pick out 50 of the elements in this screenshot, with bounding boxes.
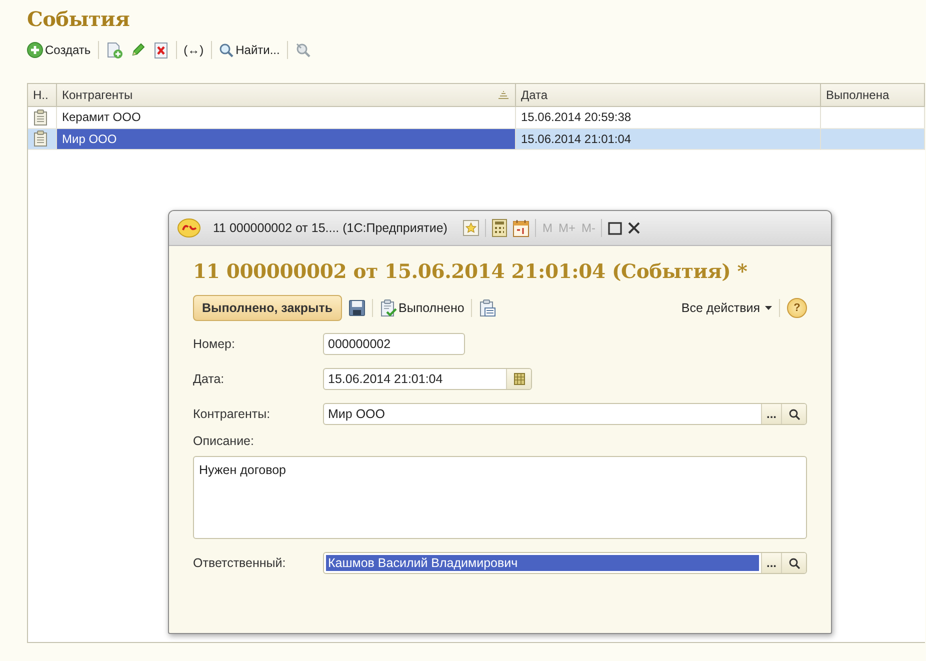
close-icon[interactable] [628,222,640,234]
done-button[interactable]: Выполнено [380,299,464,317]
field-label: Описание: [193,434,255,448]
document-add-icon[interactable] [106,42,123,58]
app-logo-icon [177,218,201,238]
pencil-icon[interactable] [130,42,146,58]
column-header[interactable]: Контрагенты [57,84,516,106]
delete-icon[interactable] [152,42,169,58]
column-header[interactable]: Выполнена [821,84,925,106]
reference-field[interactable]: Мир ООО ... [323,403,807,425]
column-header[interactable]: Дата [516,84,821,106]
number-field[interactable]: 000000002 [323,333,465,355]
caret-icon [765,306,772,310]
field-label: Контрагенты: [193,407,272,421]
choose-button[interactable]: ... [761,553,781,573]
search-icon[interactable] [788,558,800,568]
calculator-icon[interactable] [492,219,508,237]
dialog-heading: 11 000000002 от 15.06.2014 21:01:04 (События) * [193,260,748,283]
column-header[interactable]: Н.. [28,84,57,106]
table-cell: Мир ООО [57,128,516,150]
find-button[interactable]: Найти... [218,42,280,58]
search-cancel-icon[interactable] [294,42,312,58]
sort-icon[interactable] [498,91,509,99]
window-title: 11 000000002 от 15.... (1С:Предприятие) [213,221,448,235]
document-icon [33,130,48,148]
add-icon[interactable] [27,42,43,58]
help-button[interactable]: ? [787,298,807,318]
table-cell: 15.06.2014 21:01:04 [516,128,821,150]
document-list-icon[interactable] [479,299,496,317]
reference-field[interactable]: Кашмов Василий Владимирович ... [323,552,807,574]
calendar-icon[interactable] [514,373,524,385]
all-actions-menu[interactable]: Все действия [681,301,772,315]
search-icon[interactable] [788,408,800,420]
page-title: События [27,6,131,33]
document-icon [33,108,48,126]
calendar-icon[interactable] [513,219,530,237]
description-field[interactable]: Нужен договор [193,456,807,539]
date-field[interactable]: 15.06.2014 21:01:04 [323,368,532,390]
interval-button[interactable]: (↔) [184,43,204,57]
field-label: Дата: [193,372,226,386]
close-and-done-button[interactable]: Выполнено, закрыть [193,295,342,321]
field-label: Номер: [193,337,236,351]
table-row[interactable]: Мир ООО 15.06.2014 21:01:04 [28,128,925,150]
field-label: Ответственный: [193,556,287,570]
document-check-icon [380,299,397,317]
save-icon[interactable] [348,300,365,316]
maximize-icon[interactable] [608,222,622,234]
choose-button[interactable]: ... [761,404,781,424]
create-button[interactable]: Создать [27,42,91,58]
star-icon[interactable] [463,220,480,236]
